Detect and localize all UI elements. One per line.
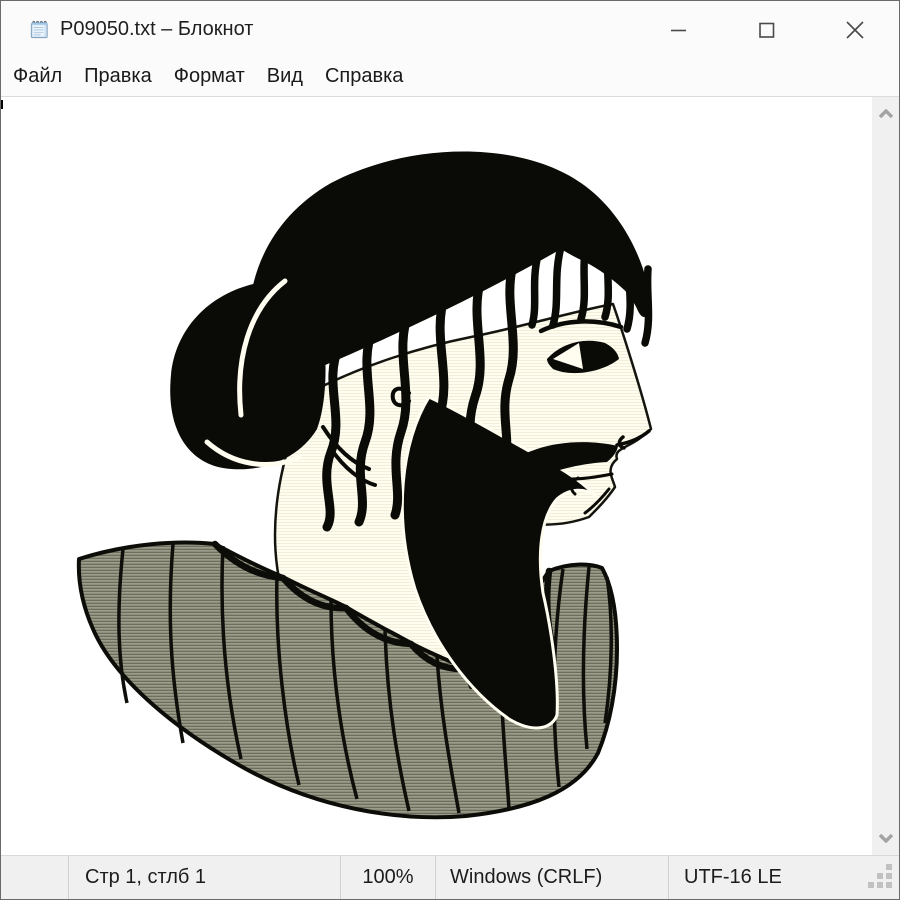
minimize-button[interactable] <box>635 1 723 58</box>
menu-view[interactable]: Вид <box>267 61 316 94</box>
close-button[interactable] <box>811 1 899 58</box>
close-icon <box>844 19 866 41</box>
status-cursor-position: Стр 1, стлб 1 <box>69 856 341 899</box>
menubar: Файл Правка Формат Вид Справка <box>1 58 899 97</box>
hair-bun <box>170 280 325 469</box>
maximize-button[interactable] <box>723 1 811 58</box>
titlebar[interactable]: P09050.txt – Блокнот <box>1 1 899 58</box>
status-line-endings: Windows (CRLF) <box>436 856 669 899</box>
chevron-up-icon <box>878 109 894 119</box>
notepad-icon <box>28 18 51 41</box>
resize-grip-icon[interactable] <box>863 864 892 893</box>
menu-file[interactable]: Файл <box>13 61 75 94</box>
statusbar: Стр 1, стлб 1 100% Windows (CRLF) UTF-16… <box>1 855 899 899</box>
maximize-icon <box>757 20 777 40</box>
chevron-down-icon <box>878 833 894 843</box>
vertical-scrollbar[interactable] <box>872 97 899 855</box>
menu-edit[interactable]: Правка <box>84 61 165 94</box>
notepad-window: P09050.txt – Блокнот Файл Правка Ф <box>0 0 900 900</box>
text-editor-area[interactable] <box>1 97 899 855</box>
window-controls <box>635 1 899 58</box>
scroll-down-button[interactable] <box>872 821 899 855</box>
ascii-art-bust <box>1 97 874 855</box>
window-title: P09050.txt – Блокнот <box>60 18 253 41</box>
menu-format[interactable]: Формат <box>174 61 258 94</box>
status-cell-empty <box>1 856 69 899</box>
scroll-up-button[interactable] <box>872 97 899 131</box>
minimize-icon <box>669 20 689 40</box>
status-zoom-level: 100% <box>341 856 436 899</box>
menu-help[interactable]: Справка <box>325 61 416 94</box>
titlebar-left: P09050.txt – Блокнот <box>1 18 635 41</box>
